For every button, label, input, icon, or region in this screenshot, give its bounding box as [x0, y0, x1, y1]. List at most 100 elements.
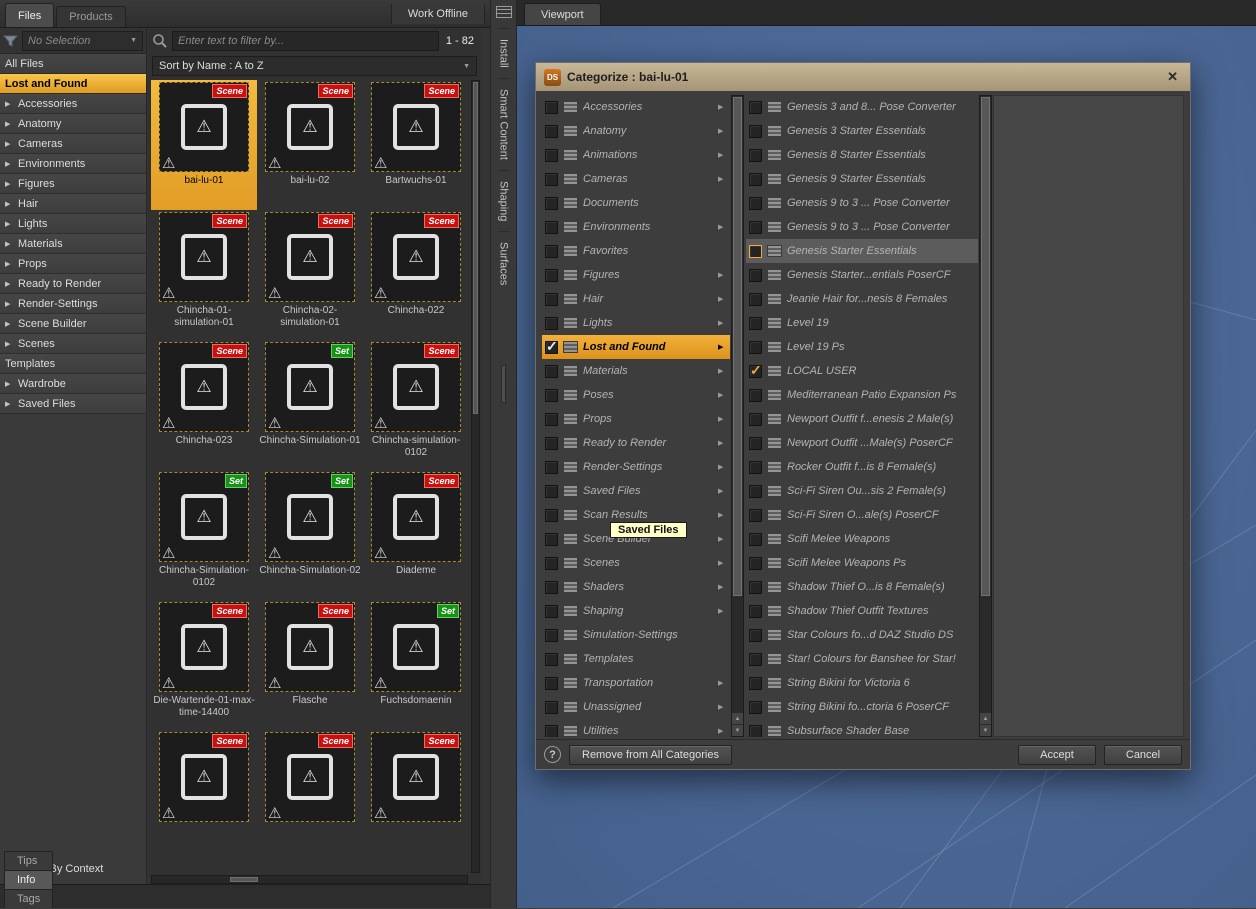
expand-arrow-icon[interactable]	[718, 319, 727, 327]
category-checkbox[interactable]	[545, 700, 558, 714]
thumbnail-image[interactable]: Scene	[371, 342, 461, 432]
scrollbar-thumb[interactable]	[230, 877, 258, 882]
category-row-unassigned[interactable]: Unassigned	[542, 695, 730, 719]
side-tab-shaping[interactable]: Shaping	[497, 169, 510, 231]
category-row-mediterranean-patio-expansion-ps[interactable]: Mediterranean Patio Expansion Ps	[746, 383, 978, 407]
category-checkbox[interactable]	[749, 532, 762, 546]
category-row-scifi-melee-weapons[interactable]: Scifi Melee Weapons	[746, 527, 978, 551]
category-row-local-user[interactable]: LOCAL USER	[746, 359, 978, 383]
left-list-scrollbar[interactable]	[731, 95, 744, 737]
expand-arrow-icon[interactable]	[718, 271, 727, 279]
category-row-level-19[interactable]: Level 19	[746, 311, 978, 335]
expand-arrow-icon[interactable]	[5, 100, 14, 108]
category-row-scifi-melee-weapons-ps[interactable]: Scifi Melee Weapons Ps	[746, 551, 978, 575]
scroll-up-icon[interactable]	[732, 712, 743, 724]
category-checkbox[interactable]	[545, 484, 558, 498]
scroll-up-icon[interactable]	[980, 712, 991, 724]
category-checkbox[interactable]	[749, 580, 762, 594]
sidebar-item-anatomy[interactable]: Anatomy	[0, 114, 146, 134]
thumbnail-fuchsdomaenin[interactable]: Set Fuchsdomaenin	[363, 600, 469, 730]
category-row-newport-outfit-f-enesis-2-male-s[interactable]: Newport Outfit f...enesis 2 Male(s)	[746, 407, 978, 431]
thumbnail-image[interactable]: Set	[265, 472, 355, 562]
help-button[interactable]: ?	[544, 746, 561, 763]
selection-filter-dropdown[interactable]: No Selection	[22, 30, 143, 51]
sidebar-item-props[interactable]: Props	[0, 254, 146, 274]
category-checkbox[interactable]	[749, 484, 762, 498]
category-row-accessories[interactable]: Accessories	[542, 95, 730, 119]
category-checkbox[interactable]	[545, 196, 558, 210]
category-row-templates[interactable]: Templates	[542, 647, 730, 671]
sidebar-item-templates[interactable]: Templates	[0, 354, 146, 374]
category-row-simulation-settings[interactable]: Simulation-Settings	[542, 623, 730, 647]
thumbnail-partial-17[interactable]: Scene	[257, 730, 363, 860]
expand-arrow-icon[interactable]	[5, 140, 14, 148]
search-input[interactable]	[172, 31, 439, 51]
category-row-subsurface-shader-base[interactable]: Subsurface Shader Base	[746, 719, 978, 737]
category-checkbox[interactable]	[545, 388, 558, 402]
category-checkbox[interactable]	[545, 292, 558, 306]
tab-products[interactable]: Products	[56, 6, 126, 27]
expand-arrow-icon[interactable]	[5, 240, 14, 248]
thumbnail-image[interactable]: Scene	[265, 82, 355, 172]
category-checkbox[interactable]	[545, 436, 558, 450]
category-row-transportation[interactable]: Transportation	[542, 671, 730, 695]
thumbnail-image[interactable]: Scene	[265, 602, 355, 692]
tab-viewport[interactable]: Viewport	[524, 3, 601, 25]
grid-horizontal-scrollbar[interactable]	[151, 875, 468, 884]
category-row-animations[interactable]: Animations	[542, 143, 730, 167]
thumbnail-image[interactable]: Scene	[371, 82, 461, 172]
expand-arrow-icon[interactable]	[5, 220, 14, 228]
category-row-materials[interactable]: Materials	[542, 359, 730, 383]
splitter-grip[interactable]	[501, 365, 506, 404]
sidebar-item-render-settings[interactable]: Render-Settings	[0, 294, 146, 314]
thumbnail-image[interactable]: Scene	[371, 212, 461, 302]
thumbnail-chincha-02-simulation-01[interactable]: Scene Chincha-02-simulation-01	[257, 210, 363, 340]
category-checkbox[interactable]	[545, 556, 558, 570]
category-row-environments[interactable]: Environments	[542, 215, 730, 239]
expand-arrow-icon[interactable]	[5, 400, 14, 408]
category-checkbox[interactable]	[545, 316, 558, 330]
category-checkbox[interactable]	[545, 220, 558, 234]
thumbnail-image[interactable]: Scene	[159, 602, 249, 692]
thumbnail-bai-lu-02[interactable]: Scene bai-lu-02	[257, 80, 363, 210]
category-checkbox[interactable]	[545, 100, 558, 114]
category-row-string-bikini-fo-ctoria-6-posercf[interactable]: String Bikini fo...ctoria 6 PoserCF	[746, 695, 978, 719]
category-checkbox[interactable]	[545, 412, 558, 426]
sort-dropdown[interactable]: Sort by Name : A to Z	[152, 56, 477, 76]
category-row-genesis-3-and-8-pose-converter[interactable]: Genesis 3 and 8... Pose Converter	[746, 95, 978, 119]
thumbnail-image[interactable]: Scene	[159, 82, 249, 172]
viewport-3d[interactable]: DS Categorize : bai-lu-01 Accessories An…	[517, 26, 1256, 908]
category-row-poses[interactable]: Poses	[542, 383, 730, 407]
sidebar-item-materials[interactable]: Materials	[0, 234, 146, 254]
category-checkbox[interactable]	[749, 124, 762, 138]
sidebar-item-environments[interactable]: Environments	[0, 154, 146, 174]
expand-arrow-icon[interactable]	[718, 535, 727, 543]
category-checkbox[interactable]	[749, 292, 762, 306]
right-list-scrollbar[interactable]	[979, 95, 992, 737]
side-tab-smart-content[interactable]: Smart Content	[497, 77, 510, 170]
thumbnail-chincha-023[interactable]: Scene Chincha-023	[151, 340, 257, 470]
expand-arrow-icon[interactable]	[718, 583, 727, 591]
expand-arrow-icon[interactable]	[5, 340, 14, 348]
sidebar-item-lost-and-found[interactable]: Lost and Found	[0, 74, 146, 94]
category-checkbox[interactable]	[749, 100, 762, 114]
dialog-title-bar[interactable]: DS Categorize : bai-lu-01	[536, 63, 1190, 91]
category-row-genesis-3-starter-essentials[interactable]: Genesis 3 Starter Essentials	[746, 119, 978, 143]
category-checkbox[interactable]	[749, 652, 762, 666]
sidebar-item-scene-builder[interactable]: Scene Builder	[0, 314, 146, 334]
sidebar-item-hair[interactable]: Hair	[0, 194, 146, 214]
category-checkbox[interactable]	[749, 724, 762, 737]
category-checkbox[interactable]	[749, 316, 762, 330]
category-row-shaders[interactable]: Shaders	[542, 575, 730, 599]
thumbnail-die-wartende-01-max-time-14400[interactable]: Scene Die-Wartende-01-max-time-14400	[151, 600, 257, 730]
category-checkbox[interactable]	[545, 652, 558, 666]
category-row-star-colours-for-banshee-for-star[interactable]: Star! Colours for Banshee for Star!	[746, 647, 978, 671]
category-checkbox[interactable]	[545, 460, 558, 474]
scroll-down-icon[interactable]	[980, 724, 991, 736]
expand-arrow-icon[interactable]	[718, 151, 727, 159]
sidebar-item-figures[interactable]: Figures	[0, 174, 146, 194]
category-row-sci-fi-siren-o-ale-s-posercf[interactable]: Sci-Fi Siren O...ale(s) PoserCF	[746, 503, 978, 527]
scrollbar-thumb[interactable]	[473, 82, 478, 415]
category-checkbox[interactable]	[545, 148, 558, 162]
category-checkbox[interactable]	[749, 556, 762, 570]
